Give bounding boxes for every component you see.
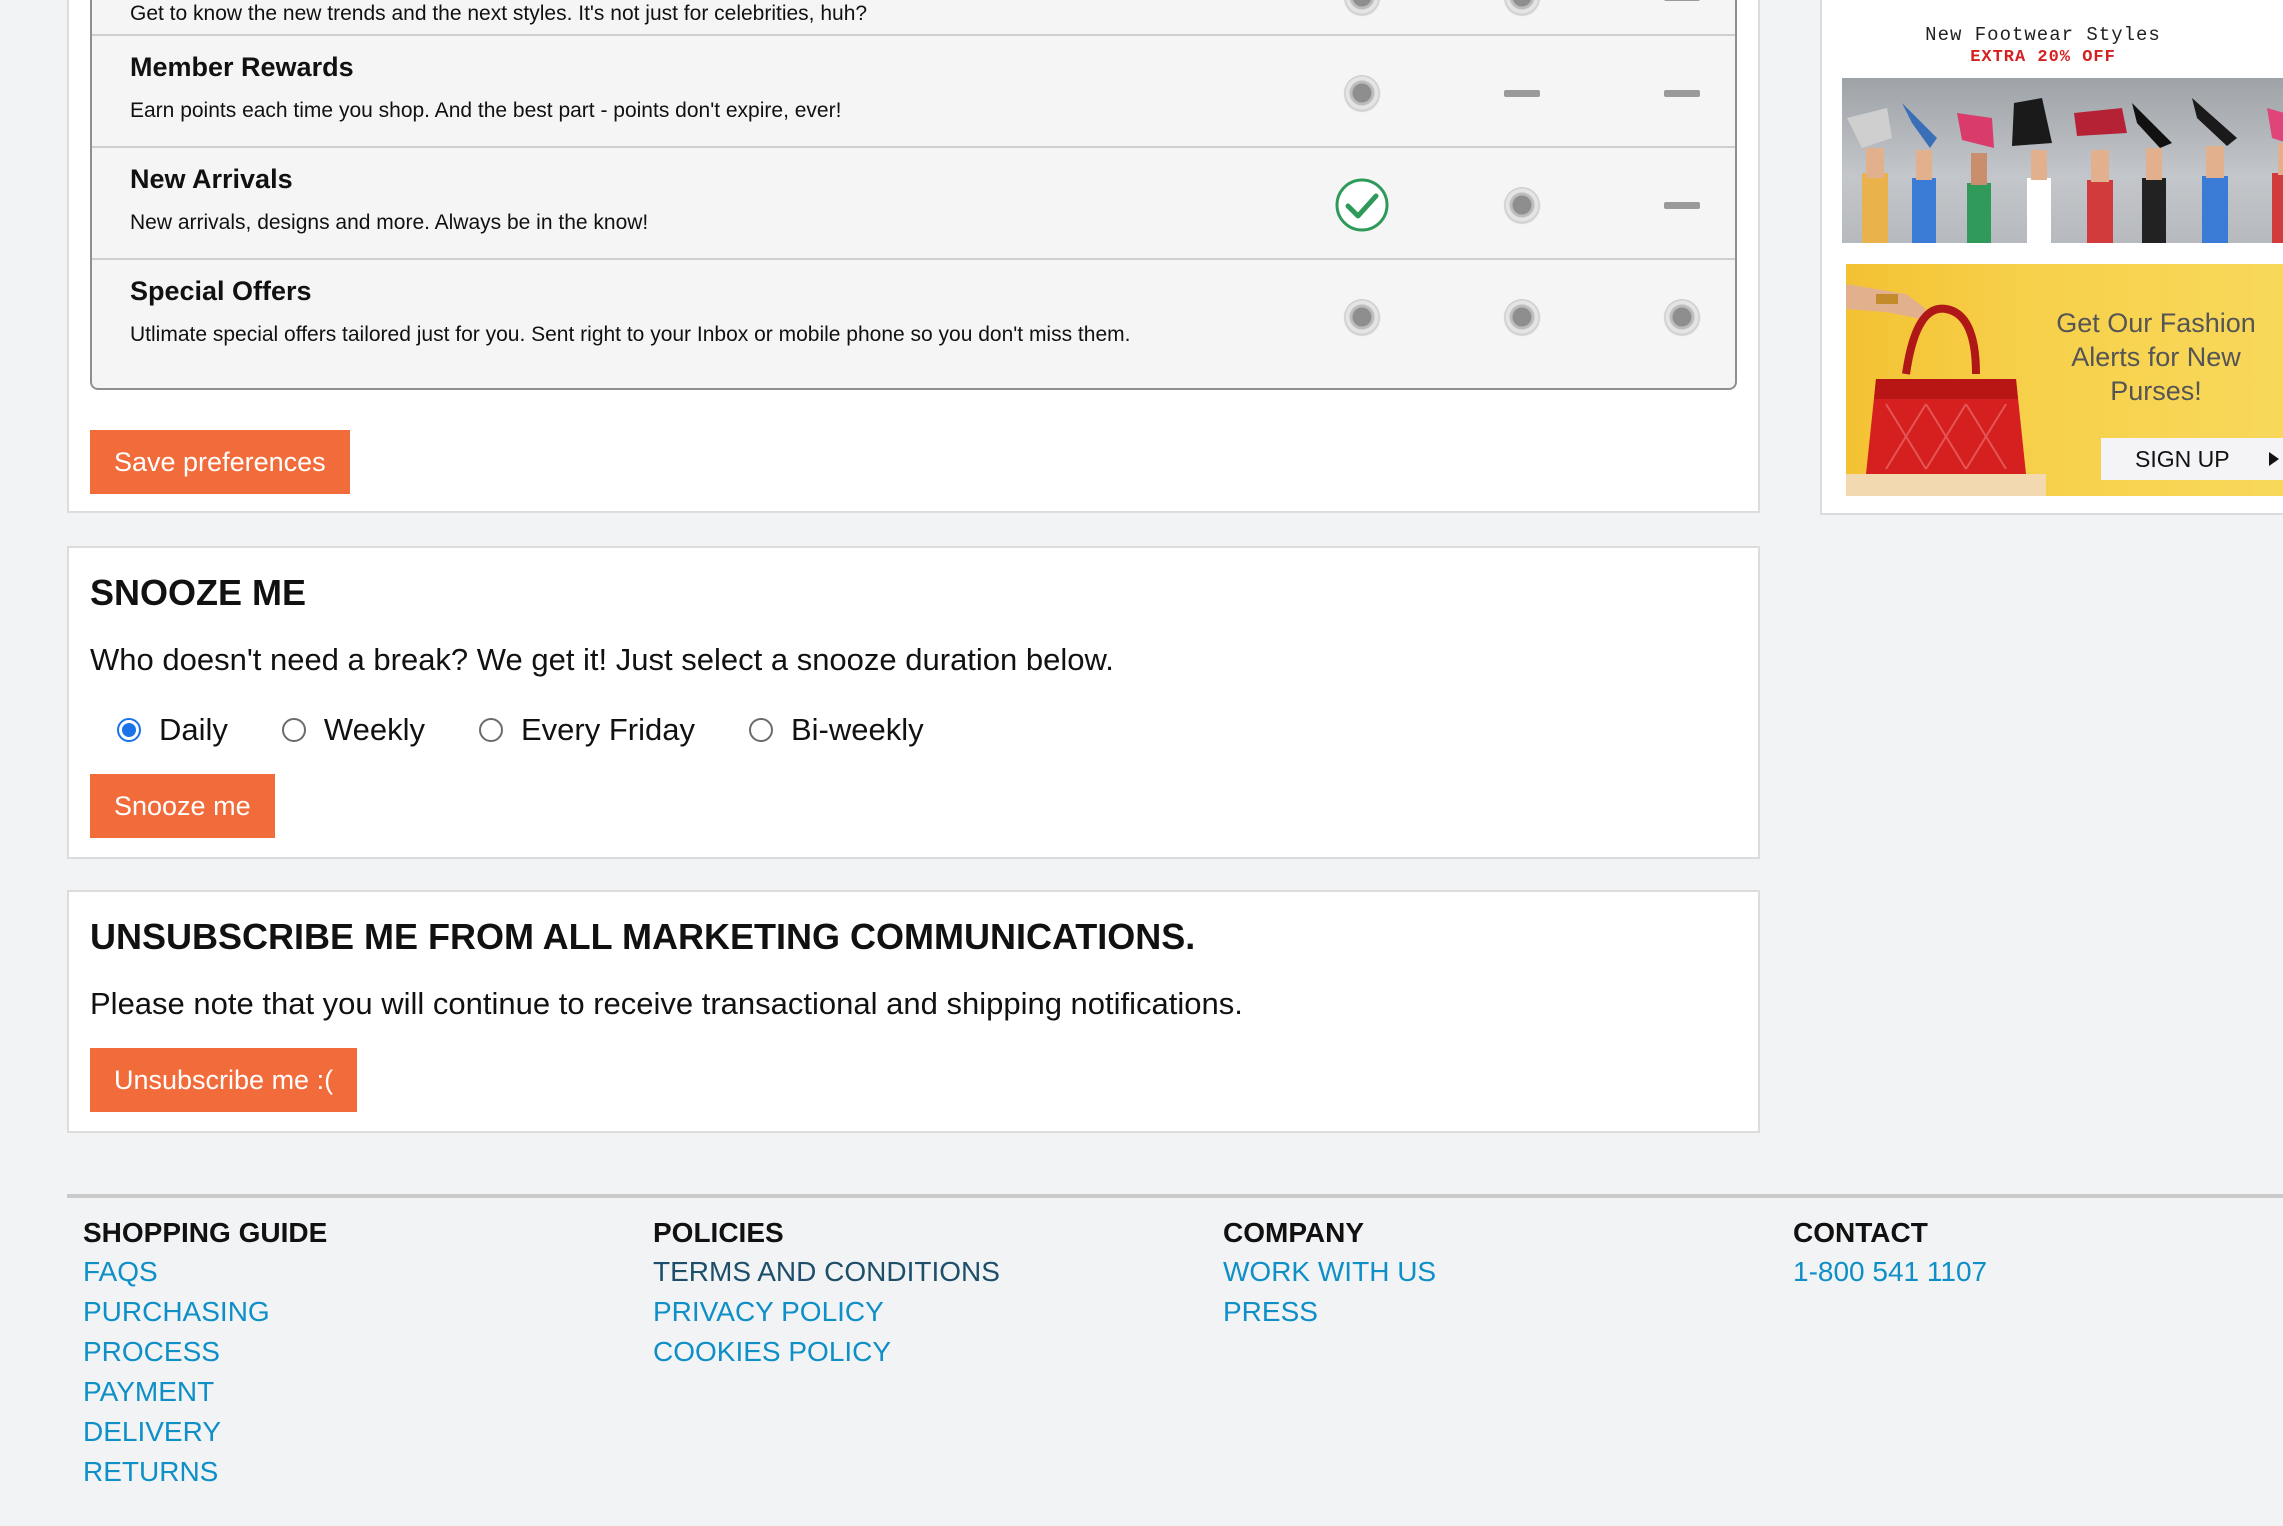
unsubscribe-description: Please note that you will continue to re…	[90, 986, 1243, 1021]
unselected-option-icon	[1504, 299, 1540, 335]
snooze-duration-options: Daily Weekly Every Friday Bi-weekly	[117, 708, 978, 752]
preference-title: Special Offers	[130, 276, 312, 306]
selected-check-icon	[1335, 178, 1389, 232]
unavailable-dash-icon	[1664, 89, 1700, 97]
preference-option-1-selected[interactable]	[1334, 177, 1390, 233]
unselected-option-icon	[1664, 299, 1700, 335]
footer-link-delivery[interactable]: DELIVERY	[83, 1412, 327, 1452]
preference-option-1[interactable]	[1337, 68, 1387, 118]
snooze-panel: SNOOZE ME Who doesn't need a break? We g…	[67, 546, 1760, 859]
purses-ad-text: Get Our Fashion Alerts for New Purses!	[2056, 308, 2256, 406]
preference-title: New Arrivals	[130, 164, 293, 194]
preferences-table: Get to know the new trends and the next …	[90, 0, 1737, 390]
snooze-heading: SNOOZE ME	[90, 572, 307, 613]
preference-row-new-arrivals: New Arrivals New arrivals, designs and m…	[92, 146, 1735, 258]
unsubscribe-button[interactable]: Unsubscribe me :(	[90, 1048, 358, 1112]
footwear-ad-image[interactable]	[1842, 78, 2283, 243]
radio-label: Weekly	[323, 712, 425, 747]
footer-heading: CONTACT	[1793, 1217, 1928, 1248]
snooze-option-every-friday[interactable]: Every Friday	[478, 712, 695, 748]
footer-link-payment[interactable]: PAYMENT	[83, 1372, 327, 1412]
footer-link-purchasing[interactable]: PURCHASING	[83, 1292, 327, 1332]
snooze-description: Who doesn't need a break? We get it! Jus…	[90, 642, 1114, 677]
footer-link-press[interactable]: PRESS	[1223, 1292, 1436, 1332]
footer-column-contact: CONTACT 1-800 541 1107	[1793, 1214, 1987, 1292]
footer-link-cookies[interactable]: COOKIES POLICY	[653, 1332, 1000, 1372]
radio-label: Daily	[159, 712, 228, 747]
footer-heading: POLICIES	[653, 1217, 784, 1248]
preference-option-unavailable	[1657, 0, 1707, 22]
unsubscribe-panel: UNSUBSCRIBE ME FROM ALL MARKETING COMMUN…	[67, 890, 1760, 1133]
preference-option-unavailable	[1657, 68, 1707, 118]
footer-divider	[67, 1194, 2283, 1198]
unavailable-dash-icon	[1664, 0, 1700, 1]
radio-unchecked-icon[interactable]	[281, 718, 306, 742]
radio-label: Bi-weekly	[790, 712, 924, 747]
ad-sidebar: New Footwear Styles EXTRA 20% OFF Get Ou…	[1820, 0, 2283, 515]
unavailable-dash-icon	[1664, 201, 1700, 209]
preference-option-3[interactable]	[1657, 292, 1707, 342]
preference-description: Utlimate special offers tailored just fo…	[130, 323, 1131, 346]
radio-label: Every Friday	[520, 712, 695, 747]
preference-option-unavailable	[1497, 68, 1547, 118]
footer-column-policies: POLICIES TERMS AND CONDITIONS PRIVACY PO…	[653, 1214, 1000, 1372]
unselected-option-icon	[1344, 0, 1380, 15]
preference-option-2[interactable]	[1497, 0, 1547, 22]
footer-heading: SHOPPING GUIDE	[83, 1217, 328, 1248]
footer-link-returns[interactable]: RETURNS	[83, 1452, 327, 1492]
footer-link-faqs[interactable]: FAQS	[83, 1252, 327, 1292]
preference-option-2[interactable]	[1497, 292, 1547, 342]
footer-link-phone[interactable]: 1-800 541 1107	[1793, 1252, 1987, 1292]
preference-description: Earn points each time you shop. And the …	[130, 99, 842, 122]
sign-up-label: SIGN UP	[2135, 445, 2230, 472]
play-arrow-icon	[2269, 452, 2279, 466]
snooze-me-button[interactable]: Snooze me	[90, 774, 275, 838]
preference-row-special-offers: Special Offers Utlimate special offers t…	[92, 258, 1735, 370]
radio-checked-icon[interactable]	[117, 718, 141, 742]
preference-option-2[interactable]	[1497, 180, 1547, 230]
snooze-option-daily[interactable]: Daily	[117, 712, 228, 748]
footer-link-privacy[interactable]: PRIVACY POLICY	[653, 1292, 1000, 1332]
preference-description: New arrivals, designs and more. Always b…	[130, 211, 649, 234]
preference-row-member-rewards: Member Rewards Earn points each time you…	[92, 34, 1735, 146]
unselected-option-icon	[1344, 75, 1380, 111]
sign-up-button[interactable]: SIGN UP	[2101, 438, 2283, 480]
footer-link-terms[interactable]: TERMS AND CONDITIONS	[653, 1252, 1000, 1292]
radio-unchecked-icon[interactable]	[748, 718, 773, 742]
preference-description: Get to know the new trends and the next …	[130, 2, 868, 25]
preference-title: Member Rewards	[130, 52, 354, 82]
preference-option-1[interactable]	[1337, 292, 1387, 342]
footer-link-work-with-us[interactable]: WORK WITH US	[1223, 1252, 1436, 1292]
footer-heading: COMPANY	[1223, 1217, 1365, 1248]
snooze-option-weekly[interactable]: Weekly	[281, 712, 425, 748]
snooze-option-bi-weekly[interactable]: Bi-weekly	[748, 712, 924, 748]
unavailable-dash-icon	[1504, 89, 1540, 97]
unsubscribe-heading: UNSUBSCRIBE ME FROM ALL MARKETING COMMUN…	[90, 916, 1196, 957]
preference-option-unavailable	[1657, 180, 1707, 230]
unselected-option-icon	[1344, 299, 1380, 335]
footwear-ad-title: New Footwear Styles	[1925, 24, 2161, 46]
footer-link-process[interactable]: PROCESS	[83, 1332, 327, 1372]
preferences-panel: Get to know the new trends and the next …	[67, 0, 1760, 513]
footwear-ad-discount: EXTRA 20% OFF	[1970, 48, 2116, 67]
shoes-illustration-icon	[1847, 98, 2283, 243]
save-preferences-button[interactable]: Save preferences	[90, 430, 350, 494]
handbag-illustration-icon	[1846, 284, 2046, 496]
radio-unchecked-icon[interactable]	[478, 718, 503, 742]
footer-column-shopping-guide: SHOPPING GUIDE FAQS PURCHASING PROCESS P…	[83, 1214, 327, 1492]
purses-ad[interactable]: Get Our Fashion Alerts for New Purses! S…	[1846, 264, 2283, 496]
preference-option-1[interactable]	[1337, 0, 1387, 22]
unselected-option-icon	[1504, 187, 1540, 223]
footer-column-company: COMPANY WORK WITH US PRESS	[1223, 1214, 1436, 1332]
unselected-option-icon	[1504, 0, 1540, 15]
